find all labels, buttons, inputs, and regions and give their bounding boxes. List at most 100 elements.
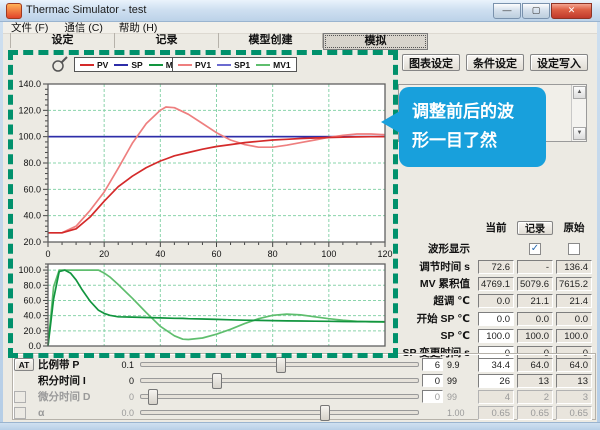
svg-text:20.0: 20.0	[23, 326, 41, 336]
legend-item-pv1: PV1	[178, 60, 211, 70]
window-title: Thermac Simulator - test	[26, 4, 146, 16]
write-settings-button[interactable]: 设定写入	[530, 54, 588, 71]
pv-sp-chart: 20.040.060.080.0100.0120.0140.0020406080…	[14, 76, 394, 258]
slider-value-input[interactable]: 0	[422, 374, 443, 387]
slider-thumb	[148, 389, 158, 405]
tab-record[interactable]: 记录	[115, 33, 219, 48]
table-value-current[interactable]: 100.0	[478, 329, 514, 343]
condition-settings-button[interactable]: 条件设定	[466, 54, 524, 71]
legend-line-icon	[149, 64, 163, 66]
table-cell-slot: 34.4	[478, 358, 514, 372]
svg-text:20.0: 20.0	[23, 237, 41, 247]
slider-track[interactable]	[140, 378, 419, 383]
table-cell-slot: 64.0	[556, 358, 592, 372]
svg-text:60: 60	[211, 249, 221, 258]
svg-text:60.0: 60.0	[23, 184, 41, 194]
zoom-icon[interactable]	[50, 54, 70, 74]
waveform-record-checkbox[interactable]: ✓	[529, 243, 541, 255]
window-border-bottom	[0, 422, 600, 430]
table-value-current: 4769.1	[478, 277, 514, 291]
table-row: 超调 ℃0.021.121.4	[398, 293, 592, 308]
table-cell-slot: 136.4	[556, 260, 592, 274]
slider-track[interactable]	[140, 410, 419, 415]
table-value-record: 0.0	[517, 312, 553, 326]
slider-max-label: 9.9	[443, 360, 475, 370]
svg-text:0.0: 0.0	[28, 341, 41, 350]
autotune-button[interactable]: AT	[14, 358, 34, 371]
table-value-original: 7615.2	[556, 277, 592, 291]
row-label: 开始 SP ℃	[398, 311, 475, 326]
legend-line-icon	[256, 64, 270, 66]
slider-label: 比例带 P	[38, 357, 104, 372]
slider-min-label: 0.1	[104, 360, 140, 370]
callout-line1: 调整前后的波	[412, 97, 546, 126]
slider-value-input[interactable]: 6	[422, 358, 443, 371]
mv-chart: 0.020.040.060.080.0100.0	[14, 258, 394, 350]
table-cell-slot: 4769.1	[478, 277, 514, 291]
column-original: 原始	[564, 220, 585, 235]
table-cell-slot: 7615.2	[556, 277, 592, 291]
close-button[interactable]: ✕	[551, 3, 592, 19]
slider-spin-wrap: 6	[419, 358, 443, 371]
table-value-record: -	[517, 260, 553, 274]
table-value-current[interactable]: 0.0	[478, 312, 514, 326]
legend-item-sp1: SP1	[217, 60, 250, 70]
record-button[interactable]: 记录	[517, 221, 553, 235]
slider-value-current: 4	[478, 390, 514, 404]
svg-text:120.0: 120.0	[18, 105, 41, 115]
legend-label: PV	[97, 60, 108, 70]
callout-line2: 形一目了然	[412, 126, 546, 155]
row-label: 调节时间 s	[398, 259, 475, 274]
minimize-button[interactable]: —	[493, 3, 521, 19]
maximize-button[interactable]: ▢	[522, 3, 550, 19]
tab-simulation[interactable]: 模拟	[323, 33, 428, 50]
slider-value-current[interactable]: 34.4	[478, 358, 514, 372]
slider-value-current[interactable]: 26	[478, 374, 514, 388]
svg-text:40.0: 40.0	[23, 211, 41, 221]
slider-max-label: 99	[443, 376, 475, 386]
svg-text:80: 80	[268, 249, 278, 258]
table-cell-slot	[556, 243, 592, 255]
tab-bar: 设定 记录 模型创建 模拟	[10, 33, 428, 50]
table-cell-slot: 0.0	[556, 312, 592, 326]
waveform-original-checkbox[interactable]	[568, 243, 580, 255]
svg-text:140.0: 140.0	[18, 79, 41, 89]
table-cell-slot: 5079.6	[517, 277, 553, 291]
slider-track[interactable]	[140, 394, 419, 399]
title-bar[interactable]: Thermac Simulator - test — ▢ ✕	[0, 0, 600, 22]
callout-bubble: 调整前后的波 形一目了然	[399, 87, 546, 167]
legend-label: SP	[131, 60, 142, 70]
chart-settings-button[interactable]: 图表设定	[402, 54, 460, 71]
slider-thumb[interactable]	[276, 357, 286, 373]
legend-label: MV1	[273, 60, 290, 70]
legend-line-icon	[178, 64, 192, 66]
slider-min-label: 0	[104, 376, 140, 386]
slider-thumb[interactable]	[212, 373, 222, 389]
table-cell-slot: 3	[556, 390, 592, 404]
scroll-down-icon[interactable]: ▼	[573, 127, 586, 140]
svg-text:80.0: 80.0	[23, 280, 41, 290]
tab-model-create[interactable]: 模型创建	[219, 33, 323, 48]
svg-text:20: 20	[99, 249, 109, 258]
tab-settings[interactable]: 设定	[10, 33, 115, 48]
slider-value-record: 13	[517, 374, 553, 388]
slider-track[interactable]	[140, 362, 419, 367]
callout-tail	[381, 111, 400, 133]
side-panel-scrollbar[interactable]: ▲ ▼	[571, 85, 586, 141]
legend-line-icon	[114, 64, 128, 66]
table-cell-slot: 100.0	[517, 329, 553, 343]
svg-text:100.0: 100.0	[18, 132, 41, 142]
table-cell-slot: 64.0	[517, 358, 553, 372]
slider-spin-wrap: 0	[419, 374, 443, 387]
scroll-up-icon[interactable]: ▲	[573, 86, 586, 99]
table-value-original: 0.0	[556, 312, 592, 326]
slider-label: α	[38, 407, 104, 419]
table-cell-slot: 0.65	[517, 406, 553, 420]
slider-row-control	[14, 391, 38, 403]
table-cell-slot: 13	[556, 374, 592, 388]
slider-value-record: 2	[517, 390, 553, 404]
legend-label: PV1	[195, 60, 211, 70]
slider-spin-wrap: 0	[419, 390, 443, 403]
table-row: SP ℃100.0100.0100.0	[398, 328, 592, 343]
svg-text:80.0: 80.0	[23, 158, 41, 168]
